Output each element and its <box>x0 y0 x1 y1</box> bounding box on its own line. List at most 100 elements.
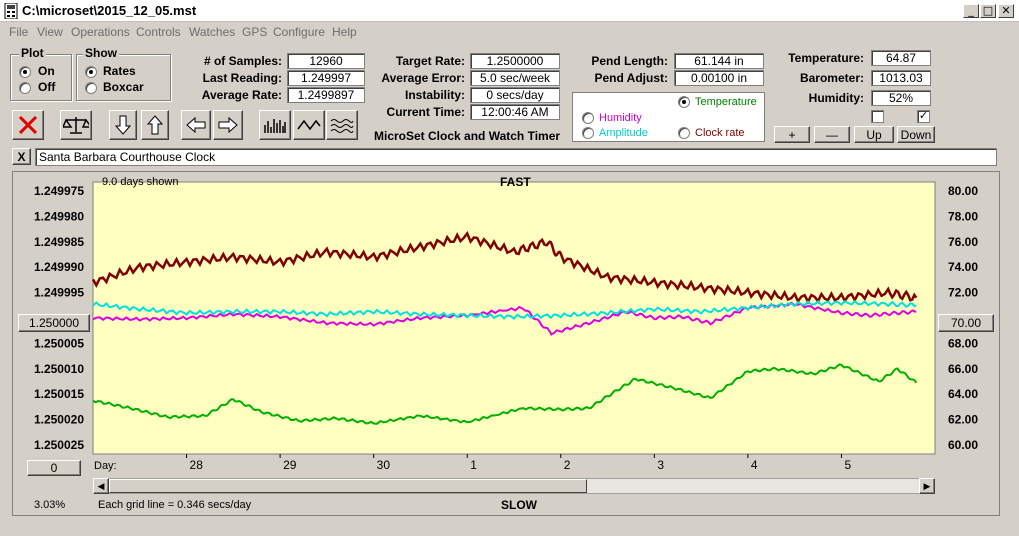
option-checkbox-2[interactable]: ✓ <box>917 110 930 123</box>
y-right-tick-label: 68.00 <box>948 336 978 350</box>
up-label: Up <box>866 127 882 142</box>
sensor-clockrate-label: Clock rate <box>695 127 745 139</box>
scroll-right-icon: ▶ <box>923 480 931 491</box>
right-reference-value: 70.00 <box>950 316 982 330</box>
down-button[interactable]: Down <box>897 126 935 143</box>
menu-configure[interactable]: Configure <box>273 25 325 39</box>
scroll-left-button[interactable]: ◀ <box>93 478 109 494</box>
y-right-tick-label: 76.00 <box>948 235 978 249</box>
plot-on-radio[interactable] <box>19 66 31 78</box>
pend-length-value: 61.144 in <box>674 53 764 69</box>
down-label: Down <box>900 127 932 142</box>
scrollbar-thumb[interactable] <box>109 479 587 493</box>
y-right-tick-label: 62.00 <box>948 413 978 427</box>
sensor-amplitude-radio[interactable] <box>582 127 594 139</box>
plus-label: + <box>788 127 796 142</box>
minimize-button[interactable]: _ <box>963 4 979 18</box>
y-right-tick-label: 80.00 <box>948 184 978 198</box>
rate-chart: 1.249975 1.249980 1.249985 1.249990 1.249995… <box>34 181 978 472</box>
last-reading-label: Last Reading: <box>202 71 282 85</box>
right-arrow-button[interactable] <box>213 110 243 140</box>
show-boxcar-radio[interactable] <box>85 82 97 94</box>
show-rates-radio[interactable] <box>85 66 97 78</box>
up-button[interactable]: Up <box>854 126 894 143</box>
temperature-value: 64.87 <box>871 50 931 66</box>
pend-adjust-value: 0.00100 in <box>674 70 764 86</box>
barometer-label: Barometer: <box>799 71 864 85</box>
humidity-value: 52% <box>871 90 931 106</box>
clear-clock-button[interactable]: X <box>12 148 31 165</box>
current-time-label: Current Time: <box>386 105 465 119</box>
scroll-right-button[interactable]: ▶ <box>919 478 935 494</box>
zero-button[interactable]: 0 <box>27 460 81 476</box>
current-time-value: 12:00:46 AM <box>470 104 560 120</box>
plus-button[interactable]: + <box>774 126 810 143</box>
scroll-left-icon: ◀ <box>97 480 105 491</box>
y-right-tick-label: 72.00 <box>948 286 978 300</box>
left-reference-button[interactable]: 1.250000 <box>18 314 90 332</box>
x-tick-label: 30 <box>377 458 391 472</box>
arrow-up-icon <box>146 115 164 135</box>
show-group-title: Show <box>83 46 119 60</box>
sensor-amplitude-label: Amplitude <box>599 127 648 139</box>
close-x-icon <box>18 115 38 135</box>
menu-file[interactable]: File <box>9 25 28 39</box>
samples-value: 12960 <box>287 53 365 69</box>
right-reference-button[interactable]: 70.00 <box>938 314 994 332</box>
minus-button[interactable]: — <box>814 126 850 143</box>
stop-button[interactable] <box>12 110 44 140</box>
y-right-tick-label: 78.00 <box>948 209 978 223</box>
y-left-tick-label: 1.249975 <box>34 184 84 198</box>
last-reading-value: 1.249997 <box>287 70 365 86</box>
close-button[interactable]: ✕ <box>998 4 1014 18</box>
clock-name-input[interactable]: Santa Barbara Courthouse Clock <box>35 148 997 166</box>
multi-wave-icon <box>330 119 354 133</box>
slow-label: SLOW <box>501 498 537 512</box>
arrow-down-icon <box>114 115 132 135</box>
y-left-tick-label: 1.249985 <box>34 235 84 249</box>
histogram-button[interactable] <box>259 110 291 140</box>
left-arrow-button[interactable] <box>181 110 211 140</box>
maximize-button[interactable]: □ <box>980 4 996 18</box>
menu-operations[interactable]: Operations <box>71 25 130 39</box>
option-checkbox-1[interactable] <box>871 110 884 123</box>
x-tick-label: 2 <box>564 458 571 472</box>
sensor-temperature-radio[interactable] <box>678 96 690 108</box>
show-boxcar-label: Boxcar <box>103 80 144 94</box>
left-reference-value: 1.250000 <box>28 316 80 330</box>
y-right-tick-label: 60.00 <box>948 438 978 452</box>
y-left-tick-label: 1.249990 <box>34 260 84 274</box>
clear-clock-icon: X <box>17 149 26 164</box>
menu-view[interactable]: View <box>37 25 63 39</box>
average-error-value: 5.0 sec/week <box>470 70 560 86</box>
wave-button[interactable] <box>293 110 325 140</box>
y-left-tick-label: 1.250020 <box>34 413 84 427</box>
barometer-value: 1013.03 <box>871 70 931 86</box>
multi-wave-button[interactable] <box>326 110 358 140</box>
menu-watches[interactable]: Watches <box>189 25 235 39</box>
pend-adjust-label: Pend Adjust: <box>594 71 668 85</box>
arrow-right-icon <box>218 116 238 134</box>
balance-button[interactable] <box>60 110 92 140</box>
sensor-clockrate-radio[interactable] <box>678 127 690 139</box>
x-tick-label: 5 <box>844 458 851 472</box>
menu-help[interactable]: Help <box>332 25 357 39</box>
day-axis-label: Day: <box>94 460 117 472</box>
menu-bar: File View Operations Controls Watches GP… <box>0 22 1019 42</box>
pend-length-label: Pend Length: <box>591 54 668 68</box>
up-arrow-button[interactable] <box>141 110 169 140</box>
maximize-icon: □ <box>982 4 994 17</box>
down-arrow-button[interactable] <box>109 110 137 140</box>
menu-controls[interactable]: Controls <box>136 25 181 39</box>
sensor-humidity-radio[interactable] <box>582 112 594 124</box>
x-tick-label: 1 <box>470 458 477 472</box>
plot-off-radio[interactable] <box>19 82 31 94</box>
title-bar: C:\microset\2015_12_05.mst _ □ ✕ <box>0 0 1019 22</box>
grid-note: Each grid line = 0.346 secs/day <box>98 499 252 511</box>
wave-icon <box>297 119 321 131</box>
percent-label: 3.03% <box>34 499 66 511</box>
humidity-label: Humidity: <box>808 91 864 105</box>
minus-label: — <box>826 127 838 142</box>
target-rate-label: Target Rate: <box>395 54 465 68</box>
menu-gps[interactable]: GPS <box>242 25 267 39</box>
